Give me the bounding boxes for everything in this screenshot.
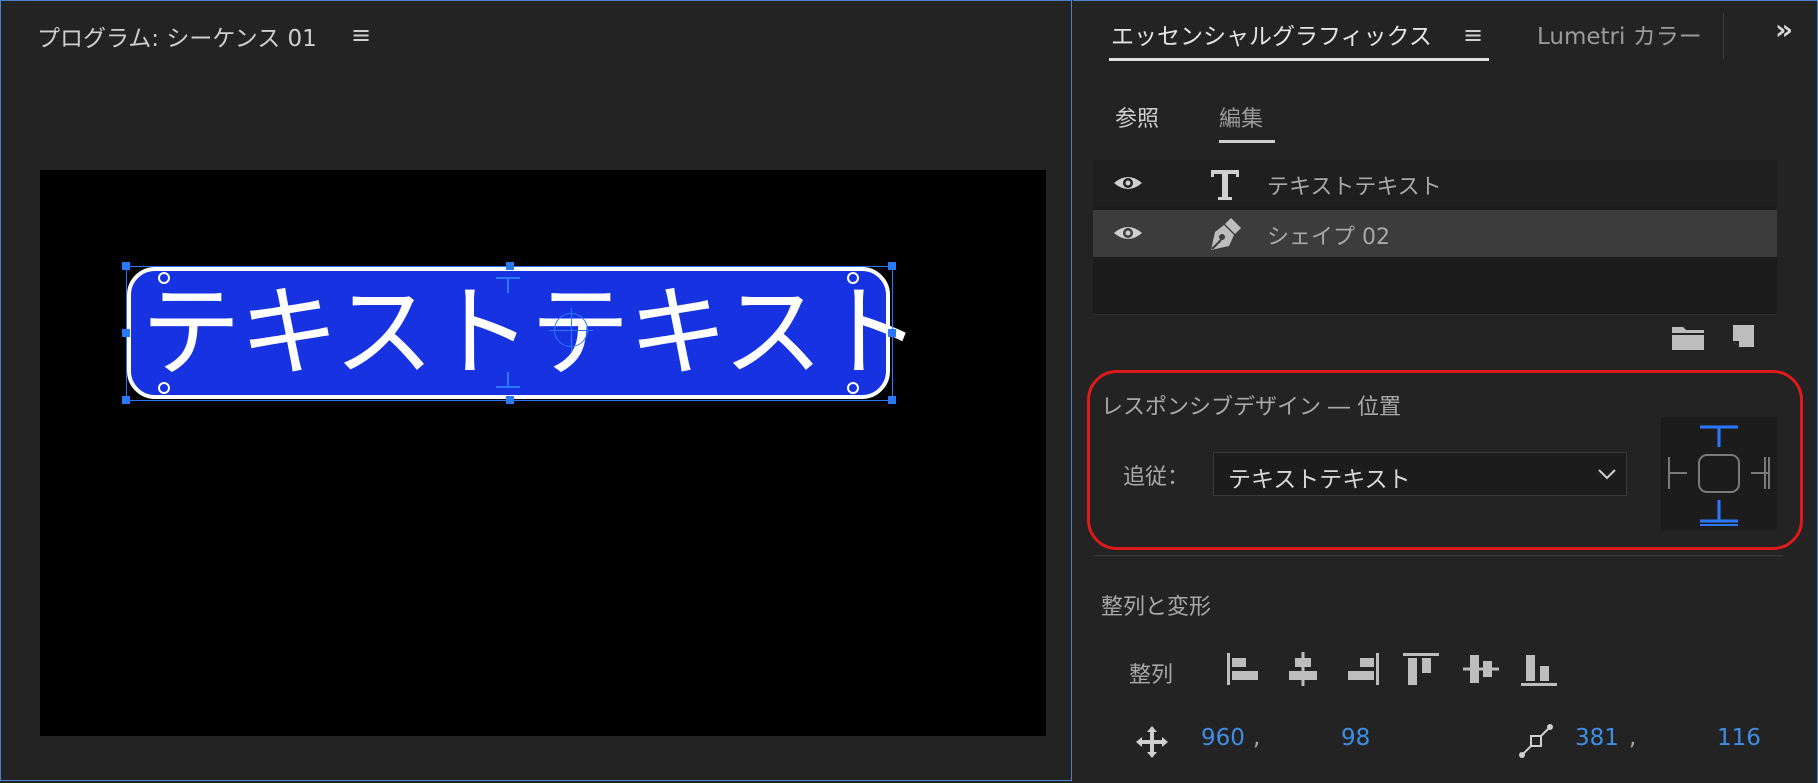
value-separator: , bbox=[1629, 725, 1637, 751]
resize-handle-left[interactable] bbox=[122, 329, 130, 337]
align-center-vertical-icon[interactable] bbox=[1461, 649, 1501, 689]
hamburger-menu-icon[interactable]: ≡ bbox=[1463, 23, 1483, 47]
resize-handle-bottom-left[interactable] bbox=[122, 396, 130, 404]
layer-row-text[interactable]: テキストテキスト bbox=[1093, 160, 1777, 207]
divider bbox=[1093, 555, 1783, 556]
resize-handle-right[interactable] bbox=[888, 329, 896, 337]
resize-handle-bottom-right[interactable] bbox=[888, 396, 896, 404]
new-layer-icon[interactable] bbox=[1727, 321, 1757, 351]
video-canvas[interactable]: テキストテキスト bbox=[40, 170, 1046, 736]
tab-divider bbox=[1723, 13, 1724, 59]
double-chevron-right-icon[interactable]: » bbox=[1775, 13, 1793, 46]
pin-guide-bottom-icon bbox=[496, 370, 520, 388]
align-transform-title: 整列と変形 bbox=[1101, 595, 1212, 620]
align-right-icon[interactable] bbox=[1343, 649, 1383, 689]
align-top-icon[interactable] bbox=[1401, 649, 1441, 689]
pin-top-icon bbox=[1700, 425, 1738, 447]
corner-radius-handle[interactable] bbox=[847, 272, 859, 284]
follow-dropdown-value: テキストテキスト bbox=[1228, 467, 1411, 493]
align-label: 整列 bbox=[1129, 663, 1174, 688]
align-center-horizontal-icon[interactable] bbox=[1283, 649, 1323, 689]
pin-edges-widget[interactable] bbox=[1661, 417, 1777, 530]
responsive-design-title: レスポンシブデザイン ― 位置 bbox=[1101, 395, 1401, 420]
align-bottom-icon[interactable] bbox=[1519, 649, 1559, 689]
corner-radius-handle[interactable] bbox=[158, 382, 170, 394]
divider bbox=[1093, 314, 1777, 315]
selection-bounding-box[interactable] bbox=[122, 262, 896, 404]
eye-icon[interactable] bbox=[1113, 223, 1143, 243]
text-t-icon bbox=[1211, 170, 1239, 200]
pin-left-icon bbox=[1668, 457, 1687, 489]
eye-icon[interactable] bbox=[1113, 173, 1143, 193]
tab-lumetri-color[interactable]: Lumetri カラー bbox=[1537, 17, 1702, 51]
pen-icon bbox=[1211, 218, 1241, 250]
pin-guide-top-icon bbox=[496, 277, 520, 295]
active-subtab-indicator bbox=[1219, 140, 1275, 143]
follow-label: 追従： bbox=[1123, 465, 1190, 490]
resize-handle-bottom[interactable] bbox=[506, 396, 514, 404]
resize-handle-top-left[interactable] bbox=[122, 262, 130, 270]
corner-radius-handle[interactable] bbox=[158, 272, 170, 284]
layer-name[interactable]: テキストテキスト bbox=[1267, 169, 1442, 201]
layer-name[interactable]: シェイプ 02 bbox=[1267, 219, 1390, 251]
corner-radius-handle[interactable] bbox=[847, 382, 859, 394]
value-separator: , bbox=[1253, 725, 1261, 751]
position-x-value[interactable]: 960 bbox=[1201, 725, 1245, 751]
resize-handle-top-right[interactable] bbox=[888, 262, 896, 270]
pin-bottom-icon bbox=[1700, 500, 1738, 526]
layers-list: テキストテキスト シェイプ 02 bbox=[1093, 160, 1777, 314]
folder-icon[interactable] bbox=[1671, 323, 1705, 351]
chevron-down-icon bbox=[1598, 469, 1616, 480]
move-arrows-icon bbox=[1136, 726, 1168, 758]
resize-handle-top[interactable] bbox=[506, 262, 514, 270]
essential-graphics-panel: エッセンシャルグラフィックス ≡ Lumetri カラー » 参照 編集 テキス… bbox=[1073, 0, 1818, 783]
align-left-icon[interactable] bbox=[1223, 649, 1263, 689]
program-monitor-panel: プログラム: シーケンス 01 ≡ テキストテキスト bbox=[0, 0, 1072, 781]
subtab-edit[interactable]: 編集 bbox=[1219, 101, 1263, 133]
anchor-y-value[interactable]: 116 bbox=[1717, 725, 1761, 751]
hamburger-menu-icon[interactable]: ≡ bbox=[351, 23, 371, 47]
anchor-point-icon bbox=[1519, 724, 1553, 758]
subtab-browse[interactable]: 参照 bbox=[1115, 101, 1159, 133]
position-y-value[interactable]: 98 bbox=[1341, 725, 1370, 751]
anchor-x-value[interactable]: 381 bbox=[1575, 725, 1619, 751]
tab-essential-graphics[interactable]: エッセンシャルグラフィックス bbox=[1111, 17, 1432, 51]
program-monitor-title: プログラム: シーケンス 01 bbox=[37, 26, 317, 52]
anchor-point-crosshair[interactable] bbox=[549, 308, 593, 352]
pin-right-icon bbox=[1751, 457, 1770, 489]
layer-row-shape[interactable]: シェイプ 02 bbox=[1093, 210, 1777, 257]
follow-dropdown[interactable]: テキストテキスト bbox=[1213, 452, 1627, 496]
active-tab-indicator bbox=[1109, 58, 1489, 61]
